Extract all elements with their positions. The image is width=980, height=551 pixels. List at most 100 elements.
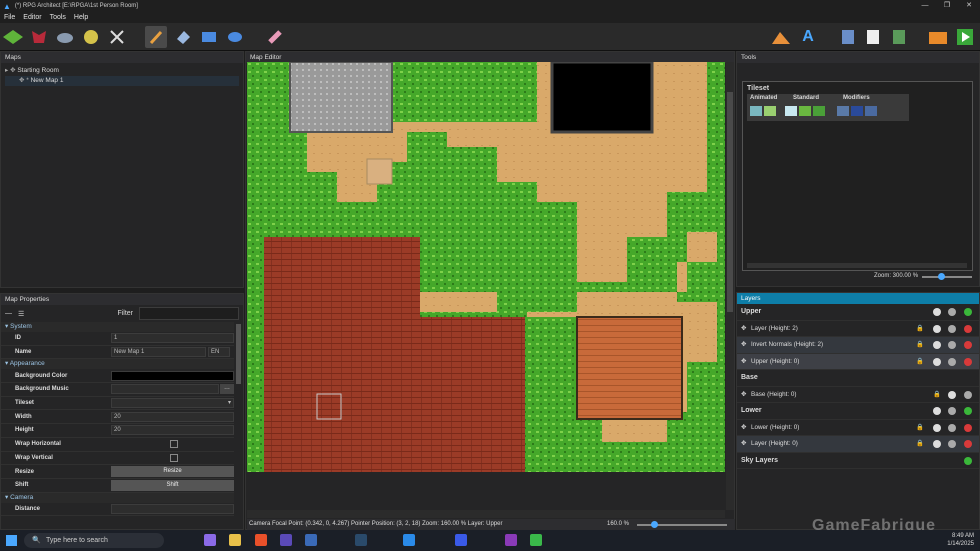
windows-start-icon[interactable] [6, 535, 17, 546]
app-icon-2[interactable] [455, 534, 467, 546]
layer-row[interactable]: ✥ Invert Normals (Height: 2) 🔒 [737, 337, 979, 354]
rpg-architect-taskbar-icon[interactable] [403, 534, 415, 546]
eye-icon[interactable] [948, 390, 956, 399]
drag-handle-icon[interactable]: ✥ [741, 436, 746, 453]
layer-group-upper[interactable]: Upper [737, 304, 979, 321]
ellipse-icon[interactable] [224, 26, 246, 48]
drag-handle-icon[interactable]: ✥ [741, 354, 746, 371]
eye-icon[interactable] [933, 407, 941, 415]
section-appearance[interactable]: ▾ Appearance [1, 359, 234, 370]
add-layer-icon[interactable] [964, 308, 972, 316]
menu-tools[interactable]: Tools [46, 14, 70, 21]
settings-icon[interactable] [948, 440, 956, 448]
maximize-button[interactable]: ❐ [936, 0, 958, 12]
rock-icon[interactable] [54, 26, 76, 48]
layer-row[interactable]: ✥ Layer (Height: 2) 🔒 [737, 321, 979, 338]
shape-icon[interactable] [172, 26, 194, 48]
layer-group-lower[interactable]: Lower [737, 403, 979, 420]
terrain-icon[interactable] [2, 26, 24, 48]
paint-brush-icon[interactable] [145, 26, 167, 48]
eye-icon[interactable] [933, 324, 941, 333]
eraser-icon[interactable] [264, 26, 286, 48]
browse-button[interactable]: … [220, 384, 234, 395]
map-canvas[interactable] [247, 62, 725, 472]
layer-row[interactable]: ✥ Base (Height: 0) 🔒 [737, 387, 979, 404]
list-icon[interactable] [888, 26, 910, 48]
properties-scrollbar[interactable] [236, 324, 241, 384]
settings-icon[interactable] [948, 324, 956, 333]
text-icon[interactable]: A [797, 26, 819, 48]
editor-vscrollbar[interactable] [726, 62, 734, 510]
language-select[interactable]: EN [208, 347, 230, 358]
lock-icon[interactable]: 🔒 [933, 387, 941, 404]
collapse-all-icon[interactable]: — [5, 310, 12, 317]
menu-help[interactable]: Help [70, 14, 92, 21]
settings-icon[interactable] [948, 423, 956, 432]
delete-layer-icon[interactable] [964, 440, 972, 448]
delete-layer-icon[interactable] [964, 341, 972, 349]
document-icon[interactable] [862, 26, 884, 48]
tile-swatch-2[interactable] [764, 106, 776, 116]
layer-group-base[interactable]: Base [737, 370, 979, 387]
tile-swatch-3[interactable] [785, 106, 797, 116]
lock-icon[interactable]: 🔒 [916, 436, 924, 453]
browser-icon[interactable] [280, 534, 292, 546]
tile-swatch-1[interactable] [750, 106, 762, 116]
sword-icon[interactable] [106, 26, 128, 48]
menu-file[interactable]: File [0, 14, 19, 21]
layer-row-selected[interactable]: ✥ Upper (Height: 0) 🔒 [737, 353, 979, 371]
drag-handle-icon[interactable]: ✥ [741, 420, 746, 437]
lock-icon[interactable]: 🔒 [916, 337, 924, 354]
wrap-h-checkbox[interactable] [170, 440, 178, 449]
bg-music-field[interactable] [111, 384, 219, 395]
app-icon-4[interactable] [530, 534, 542, 546]
filter-input[interactable] [139, 307, 239, 320]
settings-icon[interactable] [964, 390, 972, 399]
bg-color-field[interactable] [111, 370, 234, 381]
mountain-icon[interactable] [770, 26, 792, 48]
steam-icon[interactable] [355, 534, 367, 546]
copilot-icon[interactable] [204, 534, 216, 546]
eye-icon[interactable] [933, 357, 941, 366]
settings-icon[interactable] [948, 407, 956, 415]
tile-swatch-6[interactable] [837, 106, 849, 116]
wrap-v-checkbox[interactable] [170, 453, 178, 462]
tile-map[interactable] [247, 62, 725, 472]
play-icon[interactable] [954, 26, 976, 48]
tileset-hscrollbar[interactable] [747, 263, 967, 268]
lock-icon[interactable]: 🔒 [916, 321, 924, 338]
tree-item-new-map-1[interactable]: ✥ * New Map 1 [5, 76, 239, 86]
delete-layer-icon[interactable] [964, 324, 972, 333]
expand-icon[interactable]: ▸ ✥ [5, 67, 17, 74]
clock[interactable]: 8:49 AM 1/14/2025 [947, 532, 974, 548]
width-field[interactable]: 20 [111, 411, 234, 422]
settings-icon[interactable] [948, 341, 956, 349]
settings-icon[interactable] [948, 308, 956, 316]
section-system[interactable]: ▾ System [1, 322, 234, 332]
rectangle-icon[interactable] [198, 26, 220, 48]
gem-icon[interactable] [80, 26, 102, 48]
layer-row[interactable]: ✥ Layer (Height: 0) 🔒 [737, 436, 979, 453]
tree-item-starting-room[interactable]: ▸ ✥ Starting Room [5, 66, 239, 76]
shift-button[interactable]: Shift [111, 479, 234, 491]
lock-icon[interactable]: 🔒 [916, 354, 924, 371]
drag-handle-icon[interactable]: ✥ [741, 337, 746, 354]
add-layer-icon[interactable] [964, 407, 972, 415]
eye-icon[interactable] [933, 423, 941, 432]
distance-field[interactable] [111, 503, 234, 514]
zoom-slider[interactable] [637, 521, 727, 528]
menu-editor[interactable]: Editor [19, 14, 45, 21]
height-field[interactable]: 20 [111, 425, 234, 436]
tile-swatch-8[interactable] [865, 106, 877, 116]
editor-hscrollbar[interactable] [247, 510, 725, 518]
eye-icon[interactable] [933, 341, 941, 349]
layer-group-sky[interactable]: Sky Layers [737, 452, 979, 469]
file-explorer-icon[interactable] [229, 534, 241, 546]
drag-handle-icon[interactable]: ✥ [741, 387, 746, 404]
brave-icon[interactable] [255, 534, 267, 546]
lock-icon[interactable]: 🔒 [916, 420, 924, 437]
eye-icon[interactable] [933, 308, 941, 316]
tile-swatch-5[interactable] [813, 106, 825, 116]
section-camera[interactable]: ▾ Camera [1, 492, 234, 503]
drag-handle-icon[interactable]: ✥ [741, 321, 746, 338]
